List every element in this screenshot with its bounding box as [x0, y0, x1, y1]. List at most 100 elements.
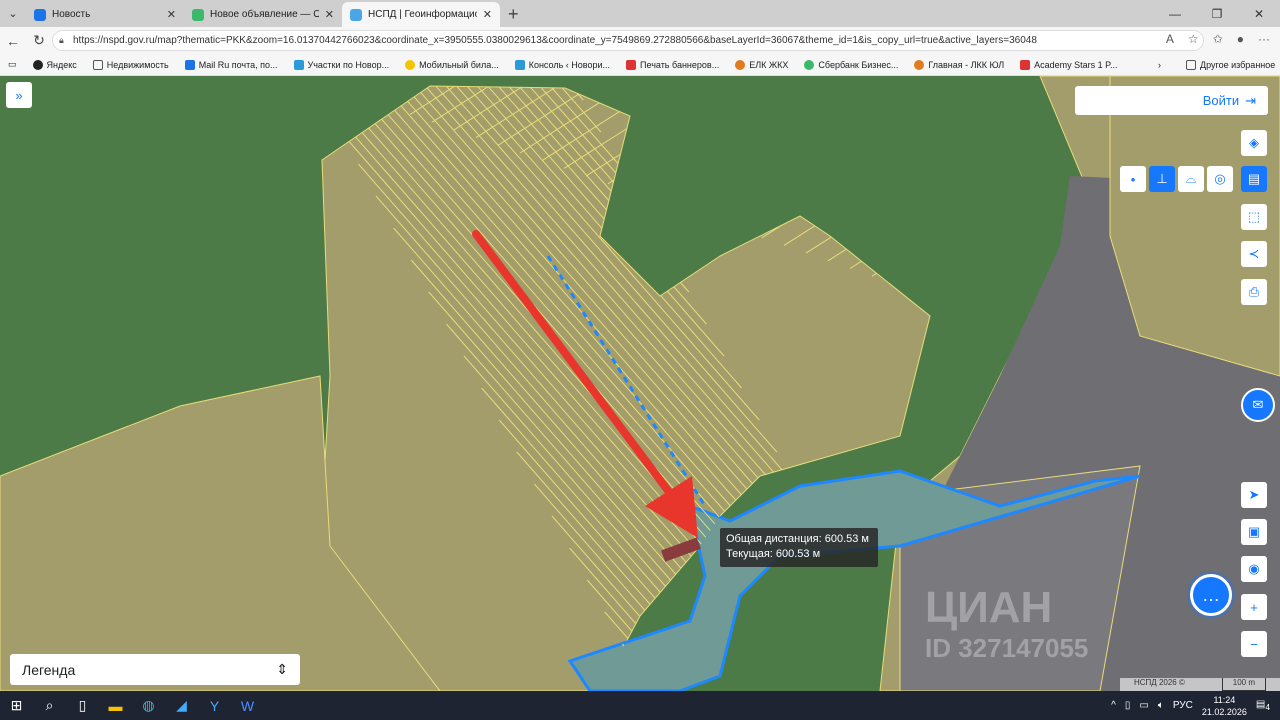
close-tab-icon[interactable]: ✕ [483, 8, 492, 21]
geolocation-button[interactable]: ◉ [1241, 556, 1267, 582]
parcel-boundary [849, 214, 930, 269]
measure-distance-button[interactable]: ⊥ [1149, 166, 1175, 192]
parcel-boundary [827, 192, 930, 262]
start-icon[interactable]: ⊞ [0, 691, 33, 720]
current-distance: Текущая: 600.53 м [726, 548, 821, 560]
nspd-icon [350, 8, 362, 21]
bookmark[interactable]: Mail Ru почта, по... [177, 59, 286, 70]
bookmark[interactable]: Главная - ЛКК ЮЛ [906, 59, 1012, 70]
parcel-boundary [629, 86, 805, 192]
tab-new-ad[interactable]: Новое объявление — Объявлени ✕ [184, 2, 342, 27]
bookmark[interactable]: Яндекс [25, 59, 85, 70]
bookmark[interactable]: Academy Stars 1 P... [1012, 59, 1125, 70]
task-view-icon[interactable]: ▯ [66, 691, 99, 720]
parcel-boundary [739, 106, 930, 231]
app-icon[interactable]: ◢ [165, 691, 198, 720]
read-aloud-icon[interactable]: A [1166, 32, 1174, 46]
print-button[interactable]: ⎙ [1241, 279, 1267, 305]
tab-nspd[interactable]: НСПД | Геоинформационный пор ✕ [342, 2, 500, 27]
file-explorer-icon[interactable]: ▬ [99, 691, 132, 720]
bookmark-label: Сбербанк Бизнес... [818, 59, 899, 70]
favorites-icon[interactable]: ✩ [1213, 32, 1223, 46]
parcel-boundary [651, 86, 839, 200]
minimap-button[interactable]: ▣ [1241, 519, 1267, 545]
login-label: Войти [1202, 93, 1240, 108]
tab-title: Новое объявление — Объявлени [210, 9, 319, 20]
legend-dropdown[interactable]: Легенда ⇕ [10, 654, 300, 685]
tab-news[interactable]: Новость ✕ [26, 2, 184, 27]
tray-chevron-icon[interactable]: ^ [1111, 700, 1116, 711]
zoom-out-button[interactable]: − [1241, 631, 1267, 657]
tab-bar: ⌄ Новость ✕ Новое объявление — Объявлени ✕… [0, 0, 1280, 27]
tab-title: НСПД | Геоинформационный пор [368, 9, 477, 20]
profile-avatar[interactable]: ● [1237, 32, 1244, 46]
expand-sidebar-button[interactable]: » [6, 82, 32, 108]
bookmark[interactable]: Печать баннеров... [618, 59, 727, 70]
login-icon: ⇥ [1245, 92, 1256, 108]
lock-icon: 🔒︎ [59, 35, 64, 45]
feedback-button[interactable]: ✉ [1241, 388, 1275, 422]
reload-button[interactable]: ↻ [26, 32, 52, 49]
bookmark[interactable]: Сбербанк Бизнес... [796, 59, 906, 70]
bookmark[interactable]: Участки по Новор... [286, 59, 398, 70]
notifications-icon[interactable]: ▤4 [1256, 699, 1270, 712]
watermark-text: ЦИАН [925, 583, 1053, 632]
more-bookmarks-chevron[interactable]: › [1150, 60, 1169, 70]
minimize-button[interactable]: — [1154, 0, 1196, 27]
chevron-updown-icon: ⇕ [276, 661, 288, 677]
bookmark-label: Печать баннеров... [640, 59, 720, 70]
locate-button[interactable]: ➤ [1241, 482, 1267, 508]
chat-button[interactable]: … [1190, 574, 1232, 616]
word-icon[interactable]: W [231, 691, 264, 720]
yandex-browser-icon[interactable]: Y [198, 691, 231, 720]
close-tab-icon[interactable]: ✕ [167, 8, 176, 21]
share-button[interactable]: ≺ [1241, 241, 1267, 267]
parcel-boundary [783, 149, 930, 246]
select-area-button[interactable]: ⬚ [1241, 204, 1267, 230]
back-button[interactable]: ← [0, 33, 26, 49]
bookmarks-toggle-icon[interactable]: ▭ [0, 59, 25, 70]
new-tab-button[interactable]: + [500, 2, 527, 27]
close-tab-icon[interactable]: ✕ [325, 8, 334, 21]
measure-circle-area-button[interactable]: ◎ [1207, 166, 1233, 192]
bookmark[interactable]: ЕЛК ЖКХ [727, 59, 796, 70]
parcel-boundary [695, 86, 908, 216]
clock[interactable]: 11:24 21.02.2026 [1202, 694, 1247, 718]
other-bookmarks[interactable]: Другое избранное [1178, 59, 1280, 70]
favorite-star-icon[interactable]: ☆ [1188, 32, 1199, 46]
parcel-boundary [607, 86, 771, 185]
volume-icon[interactable]: 🔈︎ [1158, 700, 1164, 711]
scale-label: 100 m [1221, 678, 1266, 691]
parcel-boundary [871, 235, 930, 277]
bookmark[interactable]: Мобильный била... [397, 59, 507, 70]
measure-point-button[interactable]: • [1120, 166, 1146, 192]
usb-icon[interactable]: ▯ [1125, 700, 1131, 711]
url-input[interactable]: 🔒︎ https://nspd.gov.ru/map?thematic=PKK&z… [52, 30, 1204, 51]
map-canvas[interactable]: » Войти ⇥ ◈ • ⊥ ⌓ ◎ ▤ ⬚ ≺ ⎙ ✉ ➤ ▣ ◉ + − …… [0, 76, 1280, 691]
network-icon[interactable]: ▭ [1139, 700, 1148, 711]
ruler-icon[interactable]: ▤ [1241, 166, 1267, 192]
layers-button[interactable]: ◈ [1241, 130, 1267, 156]
login-button[interactable]: Войти ⇥ [1075, 86, 1268, 115]
bookmark[interactable]: Консоль ‹ Новори... [507, 59, 618, 70]
bookmark[interactable]: Недвижимость [85, 59, 177, 70]
more-menu-icon[interactable]: ··· [1258, 32, 1270, 46]
parcel-boundary [343, 86, 361, 92]
tab-actions-button[interactable]: ⌄ [0, 0, 26, 27]
time: 11:24 [1213, 694, 1236, 705]
close-window-button[interactable]: ✕ [1238, 0, 1280, 27]
edge-icon[interactable]: ◍ [132, 691, 165, 720]
copyright: НСПД 2026 © [1134, 678, 1185, 687]
restore-button[interactable]: ❐ [1196, 0, 1238, 27]
language-indicator[interactable]: РУС [1173, 700, 1193, 711]
parcel-boundary [322, 81, 326, 84]
search-icon[interactable]: ⌕ [33, 691, 66, 720]
bookmark-label: Главная - ЛКК ЮЛ [928, 59, 1005, 70]
total-distance: Общая дистанция: 600.53 м [726, 533, 869, 545]
measure-area-button[interactable]: ⌓ [1178, 166, 1204, 192]
zoom-in-button[interactable]: + [1241, 594, 1267, 620]
parcel-boundary [893, 257, 930, 285]
scale-bar: НСПД 2026 © 100 m [1120, 678, 1280, 691]
bookmark-label: Mail Ru почта, по... [198, 59, 278, 70]
bookmark-label: ЕЛК ЖКХ [749, 59, 789, 70]
